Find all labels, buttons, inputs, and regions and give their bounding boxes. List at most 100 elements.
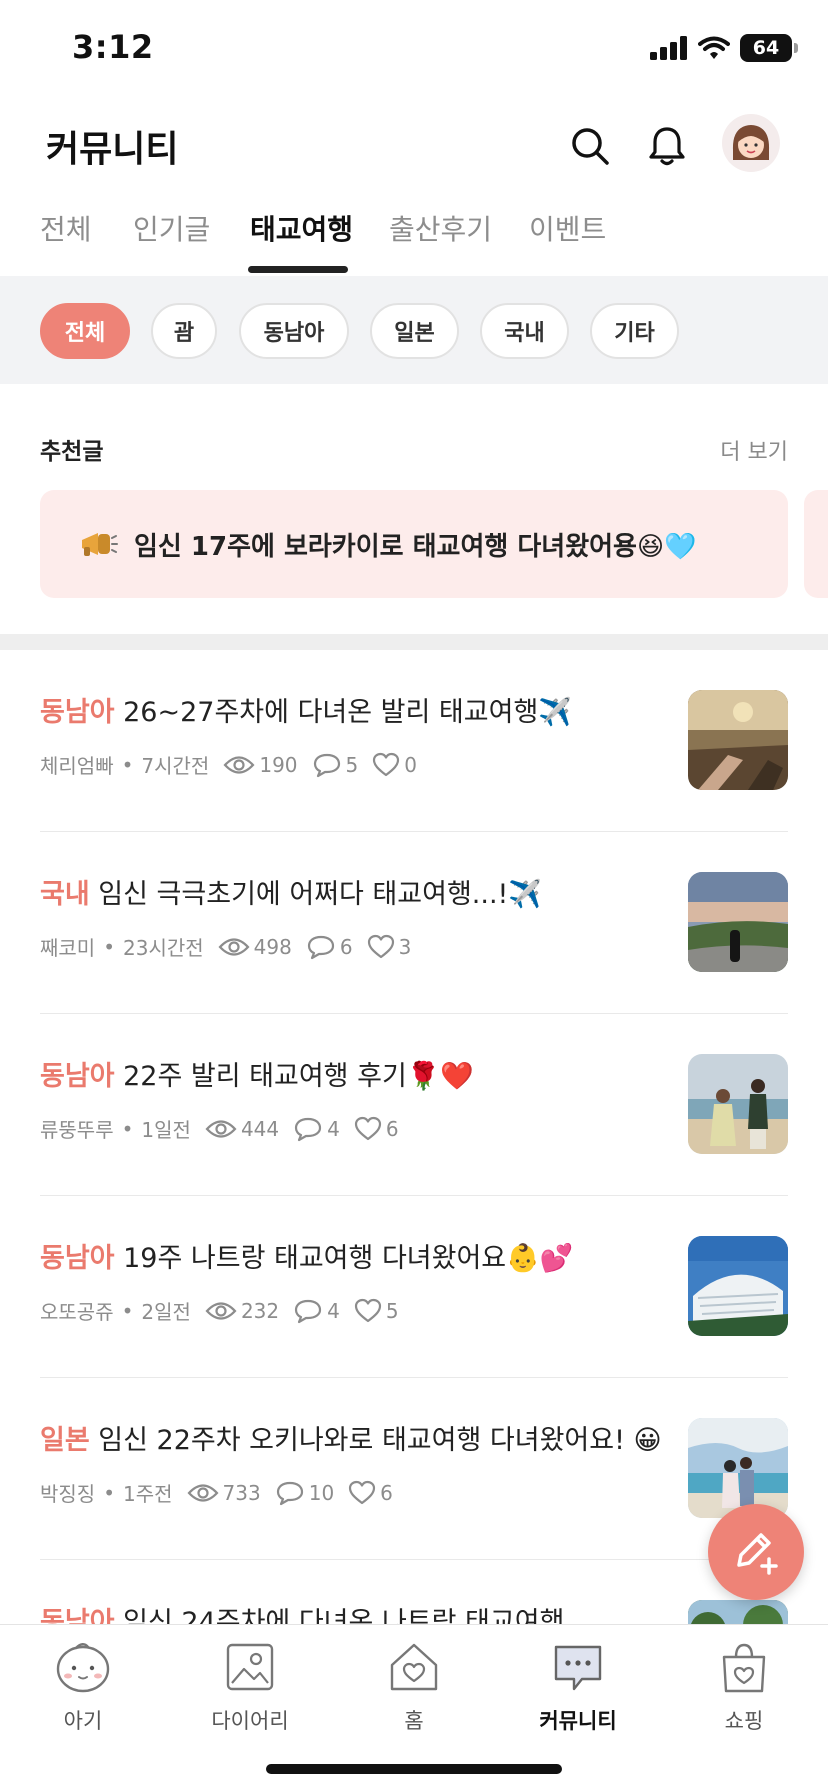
comments-count: 6 [339, 934, 353, 959]
status-icons: 64 [650, 34, 798, 62]
post-author: 박징징 [40, 1482, 96, 1506]
eye-icon [223, 755, 255, 774]
post-time: 1일전 [141, 1118, 191, 1142]
write-post-button[interactable] [708, 1504, 804, 1600]
likes-count: 0 [404, 752, 417, 777]
comment-icon [295, 1117, 322, 1141]
chip-japan[interactable]: 일본 [370, 303, 459, 359]
comments-stat: 4 [293, 1298, 340, 1324]
post-title-text: 22주 발리 태교여행 후기🌹❤️ [123, 1061, 475, 1092]
home-heart-icon [390, 1643, 438, 1691]
section-divider [0, 634, 828, 650]
nav-shopping[interactable]: 쇼핑 [674, 1639, 814, 1735]
post-item[interactable]: 동남아 19주 나트랑 태교여행 다녀왔어요👶💕 오또공쥬 • 2일전 232 4 … [40, 1196, 788, 1378]
thumbnail-image [688, 1236, 788, 1336]
active-tab-indicator [248, 266, 348, 273]
post-title-text: 26~27주차에 다녀온 발리 태교여행✈️ [123, 697, 572, 728]
post-time: 7시간전 [141, 754, 210, 778]
nav-community[interactable]: 커뮤니티 [508, 1639, 648, 1735]
status-time: 3:12 [72, 28, 154, 66]
chip-southeast-asia[interactable]: 동남아 [239, 303, 349, 359]
likes-stat: 6 [354, 1116, 399, 1142]
likes-count: 3 [398, 934, 412, 959]
nav-label: 다이어리 [211, 1709, 289, 1733]
avatar-face-icon [732, 125, 770, 160]
post-category: 동남아 [40, 1061, 115, 1092]
tab-event[interactable]: 이벤트 [529, 208, 606, 268]
comments-stat: 5 [312, 752, 359, 778]
views-count: 733 [222, 1480, 261, 1505]
chip-all[interactable]: 전체 [40, 303, 130, 359]
views-stat: 444 [205, 1117, 279, 1141]
post-category: 동남아 [40, 697, 115, 728]
post-thumbnail [688, 872, 788, 972]
battery-icon: 64 [740, 34, 798, 62]
post-time: 2일전 [141, 1300, 191, 1324]
recommended-card-next[interactable] [804, 490, 828, 598]
post-time: 23시간전 [123, 936, 204, 960]
views-stat: 498 [218, 935, 292, 959]
post-meta: 류뚱뚜루 • 1일전 444 4 6 [40, 1114, 399, 1143]
heart-icon [349, 1480, 376, 1504]
views-count: 444 [240, 1116, 280, 1141]
photo-icon [226, 1643, 274, 1691]
post-author: 오또공쥬 [40, 1300, 114, 1324]
eye-icon [187, 1483, 219, 1502]
nav-home[interactable]: 홈 [344, 1639, 484, 1735]
comments-count: 10 [308, 1480, 335, 1505]
recommended-card[interactable]: 임신 17주에 보라카이로 태교여행 다녀왔어용😆🩵 [40, 490, 788, 598]
avatar[interactable] [722, 114, 780, 172]
post-thumbnail [688, 1418, 788, 1518]
category-tabs: 전체 인기글 태교여행 출산후기 이벤트 [0, 200, 828, 276]
post-thumbnail [688, 1236, 788, 1336]
post-title: 동남아 22주 발리 태교여행 후기🌹❤️ [40, 1054, 660, 1093]
post-thumbnail [688, 1054, 788, 1154]
chip-other[interactable]: 기타 [590, 303, 679, 359]
post-category: 일본 [40, 1425, 90, 1456]
nav-diary[interactable]: 다이어리 [180, 1639, 320, 1735]
post-meta: 오또공쥬 • 2일전 232 4 5 [40, 1296, 399, 1325]
post-item[interactable]: 국내 임신 극극초기에 어쩌다 태교여행...!✈️ 째코미 • 23시간전 498… [40, 832, 788, 1014]
recommended-card-text: 임신 17주에 보라카이로 태교여행 다녀왔어용😆🩵 [134, 531, 697, 562]
chip-domestic[interactable]: 국내 [480, 303, 569, 359]
region-filter-bar: 전체 괌 동남아 일본 국내 기타 [0, 276, 828, 384]
see-more-link[interactable]: 더 보기 [720, 434, 788, 466]
thumbnail-image [688, 1054, 788, 1154]
signal-icon [650, 36, 687, 60]
thumbnail-image [688, 690, 788, 790]
post-thumbnail [688, 690, 788, 790]
heart-icon [354, 1116, 381, 1140]
tab-all[interactable]: 전체 [40, 208, 92, 268]
search-icon [572, 128, 609, 165]
tab-popular[interactable]: 인기글 [133, 208, 210, 268]
likes-stat: 5 [354, 1298, 399, 1324]
nav-baby[interactable]: 아기 [13, 1639, 153, 1735]
heart-icon [354, 1298, 381, 1322]
comments-count: 5 [345, 752, 359, 777]
post-category: 동남아 [40, 1243, 115, 1274]
shopping-bag-icon [722, 1643, 766, 1693]
nav-label: 커뮤니티 [539, 1709, 617, 1733]
eye-icon [205, 1301, 237, 1320]
notification-button[interactable] [637, 116, 697, 176]
post-item[interactable]: 일본 임신 22주차 오키나와로 태교여행 다녀왔어요! 😀 박징징 • 1주전 7… [40, 1378, 788, 1560]
comment-icon [313, 753, 340, 777]
eye-icon [205, 1119, 237, 1138]
post-title: 일본 임신 22주차 오키나와로 태교여행 다녀왔어요! 😀 [40, 1418, 660, 1457]
search-button[interactable] [560, 116, 620, 176]
likes-stat: 3 [367, 934, 412, 960]
likes-stat: 0 [372, 752, 417, 778]
post-author: 체리엄빠 [40, 754, 114, 778]
post-author: 째코미 [40, 936, 96, 960]
tab-birth-review[interactable]: 출산후기 [389, 208, 492, 268]
post-item[interactable]: 동남아 26~27주차에 다녀온 발리 태교여행✈️ 체리엄빠 • 7시간전 190… [40, 650, 788, 832]
tab-travel[interactable]: 태교여행 [250, 208, 353, 268]
chip-guam[interactable]: 괌 [151, 303, 217, 359]
post-title: 국내 임신 극극초기에 어쩌다 태교여행...!✈️ [40, 872, 660, 911]
home-indicator [266, 1764, 562, 1774]
post-item[interactable]: 동남아 22주 발리 태교여행 후기🌹❤️ 류뚱뚜루 • 1일전 444 4 6 [40, 1014, 788, 1196]
views-count: 190 [259, 752, 298, 777]
nav-label: 홈 [404, 1709, 424, 1733]
comments-count: 4 [327, 1116, 340, 1141]
nav-label: 아기 [63, 1709, 103, 1733]
